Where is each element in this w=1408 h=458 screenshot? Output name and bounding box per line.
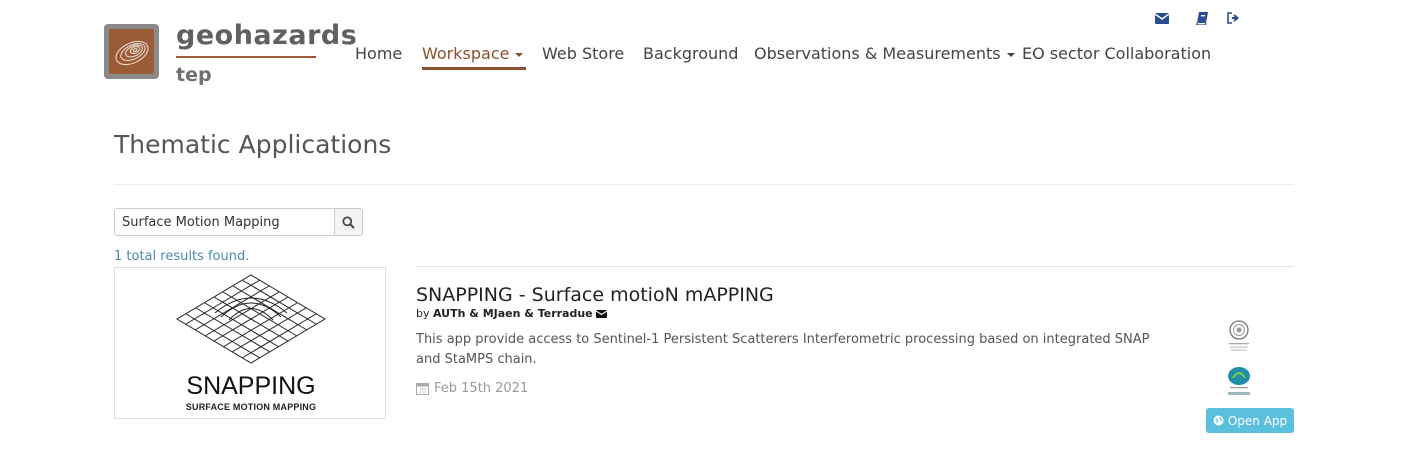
app-byline: by AUTh & MJaen & Terradue xyxy=(416,307,608,320)
nav-background[interactable]: Background xyxy=(643,44,738,66)
nav-observations-measurements[interactable]: Observations & Measurements xyxy=(754,44,1015,66)
page-title: Thematic Applications xyxy=(114,130,392,159)
nav-workspace[interactable]: Workspace xyxy=(422,44,524,66)
by-prefix: by xyxy=(416,307,430,320)
logo-emblem xyxy=(109,29,154,74)
thumbnail-title: SNAPPING xyxy=(186,372,316,400)
open-app-label: Open App xyxy=(1227,413,1288,428)
envelope-icon[interactable] xyxy=(595,307,608,320)
logo-divider xyxy=(176,56,316,58)
app-authors: AUTh & MJaen & Terradue xyxy=(433,307,593,320)
app-description: This app provide access to Sentinel-1 Pe… xyxy=(416,332,1150,367)
nav-active-indicator xyxy=(422,67,526,70)
open-app-button[interactable]: Open App xyxy=(1206,408,1294,433)
result-divider xyxy=(416,266,1294,267)
mesh-surface-graphic xyxy=(176,274,326,364)
nav-eo-sector-collaboration[interactable]: EO sector Collaboration xyxy=(1022,44,1211,66)
thumbnail-subtitle: SURFACE MOTION MAPPING xyxy=(185,402,317,412)
app-thumbnail[interactable]: SNAPPING SURFACE MOTION MAPPING xyxy=(114,267,386,419)
search-button[interactable] xyxy=(334,208,363,236)
nav-home[interactable]: Home xyxy=(355,44,402,66)
caret-down-icon xyxy=(515,53,524,57)
logo-title: geohazards xyxy=(176,20,358,51)
auth-partner-logo xyxy=(1226,320,1252,354)
app-title-link[interactable]: SNAPPING - Surface motioN mAPPING xyxy=(416,284,774,306)
nav-web-store[interactable]: Web Store xyxy=(542,44,624,66)
search-icon xyxy=(342,215,355,229)
globe-icon xyxy=(1213,415,1224,426)
app-date: Feb 15th 2021 xyxy=(416,381,528,396)
book-icon[interactable] xyxy=(1194,10,1210,26)
calendar-icon xyxy=(416,383,429,395)
results-count: 1 total results found. xyxy=(114,249,250,264)
caret-down-icon xyxy=(1006,53,1015,57)
logo-subtitle: tep xyxy=(176,64,212,86)
sign-out-icon[interactable] xyxy=(1225,10,1241,26)
envelope-icon[interactable] xyxy=(1154,10,1170,26)
site-logo[interactable] xyxy=(104,24,159,79)
title-divider xyxy=(114,184,1294,185)
search-input[interactable] xyxy=(114,208,334,236)
terradue-partner-logo xyxy=(1222,364,1256,400)
app-date-text: Feb 15th 2021 xyxy=(434,381,529,396)
